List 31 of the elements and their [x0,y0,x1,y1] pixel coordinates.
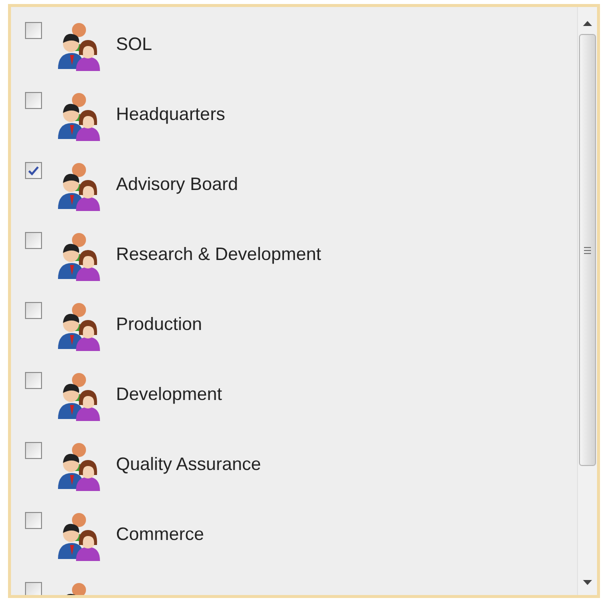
checkbox[interactable] [25,162,42,179]
grip-icon [584,246,591,254]
people-group-icon [56,441,102,491]
people-group-icon [56,231,102,281]
group-name[interactable]: SOL [116,34,152,55]
checkbox[interactable] [25,22,42,39]
group-name[interactable]: Commerce [116,524,204,545]
checkbox[interactable] [25,442,42,459]
check-icon [28,166,39,176]
scroll-up-icon[interactable] [583,21,592,26]
people-group-icon [56,21,102,71]
group-name[interactable]: Production [116,314,202,335]
people-group-icon [56,511,102,561]
scrollbar[interactable] [577,7,597,595]
people-group-icon [56,371,102,421]
scroll-down-icon[interactable] [583,580,592,585]
checkbox[interactable] [25,512,42,529]
checkbox[interactable] [25,372,42,389]
group-name[interactable]: Development [116,384,222,405]
checkbox[interactable] [25,92,42,109]
checkbox[interactable] [25,232,42,249]
group-name[interactable]: Research & Development [116,244,322,265]
group-name[interactable]: Headquarters [116,104,226,125]
people-group-icon [56,91,102,141]
checkbox[interactable] [25,302,42,319]
scroll-thumb[interactable] [579,34,596,466]
group-name[interactable]: Quality Assurance [116,454,262,475]
checkbox[interactable] [25,582,42,595]
group-name[interactable]: Advisory Board [116,174,238,195]
people-group-icon [56,301,102,351]
people-group-icon [56,161,102,211]
